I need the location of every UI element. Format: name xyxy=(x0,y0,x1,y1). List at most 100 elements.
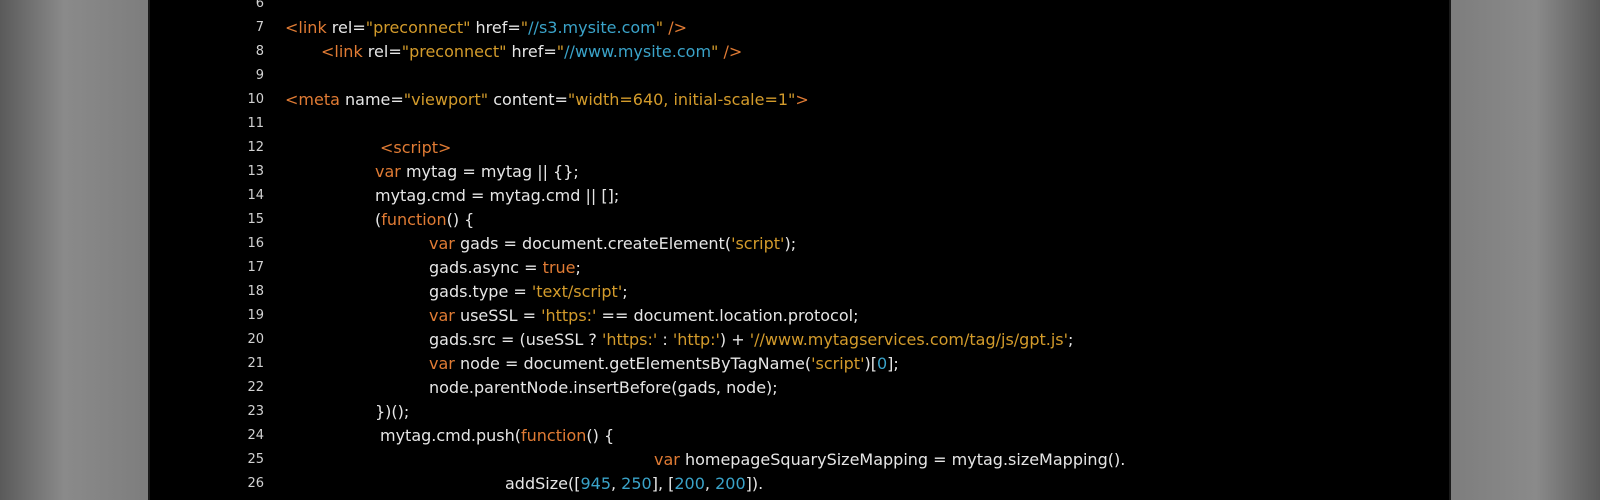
code-token: gads.src = (useSSL ? xyxy=(429,330,602,349)
code-token: ; xyxy=(1068,330,1074,349)
code-token: href= xyxy=(470,18,521,37)
line-number: 6 xyxy=(255,0,264,11)
code-line: 22 node.parentNode.insertBefore(gads, nod… xyxy=(148,376,1451,400)
code-token: var xyxy=(429,354,455,373)
code-token: <meta xyxy=(285,90,345,109)
code-token: var xyxy=(429,234,455,253)
code-token: ], [ xyxy=(651,474,675,493)
line-number: 26 xyxy=(247,476,264,491)
code-token: mytag = mytag || {}; xyxy=(400,162,579,181)
code-line: 13 var mytag = mytag || {}; xyxy=(148,160,1451,184)
code-token: ]; xyxy=(887,354,899,373)
code-text: var node = document.getElementsByTagName… xyxy=(429,352,899,376)
code-text: })(); xyxy=(375,400,409,424)
code-text: addSize([945, 250], [200, 200]). xyxy=(505,472,763,496)
code-token: : xyxy=(657,330,673,349)
code-token: 'https:' xyxy=(601,330,658,349)
code-token: )[ xyxy=(864,354,877,373)
code-text: <script> xyxy=(380,136,451,160)
code-token: true xyxy=(542,258,576,277)
code-line: 11 xyxy=(148,112,1451,136)
code-text: gads.src = (useSSL ? 'https:' : 'http:')… xyxy=(429,328,1073,352)
line-number: 7 xyxy=(255,20,264,35)
code-token: })(); xyxy=(375,402,410,421)
code-token: 250 xyxy=(621,474,652,493)
line-number: 19 xyxy=(247,308,264,323)
code-token: function xyxy=(521,426,587,445)
code-line: 25 var homepageSquarySizeMapping = mytag.… xyxy=(148,448,1451,472)
line-number: 21 xyxy=(247,356,264,371)
code-line: 26 addSize([945, 250], [200, 200]). xyxy=(148,472,1451,496)
code-token: mytag.cmd = mytag.cmd || []; xyxy=(375,186,620,205)
code-text: node.parentNode.insertBefore(gads, node)… xyxy=(429,376,778,400)
line-number: 8 xyxy=(255,44,264,59)
code-line: 15 (function() { xyxy=(148,208,1451,232)
line-number: 15 xyxy=(247,212,264,227)
code-line: 12 <script> xyxy=(148,136,1451,160)
code-text: var homepageSquarySizeMapping = mytag.si… xyxy=(654,448,1125,472)
code-token: useSSL = xyxy=(454,306,542,325)
code-token: gads = document.createElement( xyxy=(454,234,732,253)
code-line: 6 xyxy=(148,0,1451,16)
code-text: gads.type = 'text/script'; xyxy=(429,280,628,304)
code-token: ) + xyxy=(719,330,750,349)
code-token: "viewport" xyxy=(403,90,489,109)
code-text: mytag.cmd.push(function() { xyxy=(380,424,614,448)
code-token: 200 xyxy=(715,474,746,493)
line-number: 23 xyxy=(247,404,264,419)
code-token: , xyxy=(611,474,622,493)
code-token: ; xyxy=(575,258,581,277)
line-number: 20 xyxy=(247,332,264,347)
code-line: 17 gads.async = true; xyxy=(148,256,1451,280)
code-token: 945 xyxy=(580,474,611,493)
code-token: 'https:' xyxy=(541,306,597,325)
code-text: <link rel="preconnect" href="//www.mysit… xyxy=(321,40,742,64)
code-token: function xyxy=(381,210,447,229)
code-editor[interactable]: 6 7 <link rel="preconnect" href="//s3.mysi… xyxy=(148,0,1451,500)
code-token: <link xyxy=(321,42,368,61)
code-token: <link xyxy=(285,18,332,37)
line-number: 24 xyxy=(247,428,264,443)
code-token: , xyxy=(704,474,716,493)
code-token: ]). xyxy=(745,474,764,493)
code-text: var useSSL = 'https:' == document.locati… xyxy=(429,304,858,328)
line-number: 16 xyxy=(247,236,264,251)
code-text: gads.async = true; xyxy=(429,256,581,280)
code-token: rel= xyxy=(367,42,402,61)
code-token: 'text/script' xyxy=(531,282,623,301)
code-text: <meta name="viewport" content="width=640… xyxy=(285,88,809,112)
code-text: <link rel="preconnect" href= "//s3.mysite… xyxy=(285,16,687,40)
code-token: () { xyxy=(446,210,475,229)
code-token: "preconnect" xyxy=(401,42,507,61)
code-token: rel= xyxy=(331,18,366,37)
code-token: content= xyxy=(488,90,568,109)
code-token: mytag.cmd.push( xyxy=(380,426,522,445)
code-token: 0 xyxy=(876,354,888,373)
code-line: 24 mytag.cmd.push(function() { xyxy=(148,424,1451,448)
code-token: 'script' xyxy=(731,234,785,253)
code-text: var gads = document.createElement('scrip… xyxy=(429,232,796,256)
code-token: addSize([ xyxy=(505,474,581,493)
code-text: mytag.cmd = mytag.cmd || []; xyxy=(375,184,619,208)
line-number: 11 xyxy=(247,116,264,131)
line-number: 22 xyxy=(247,380,264,395)
code-token: var xyxy=(654,450,680,469)
code-token: name= xyxy=(345,90,404,109)
line-number: 18 xyxy=(247,284,264,299)
line-number: 14 xyxy=(247,188,264,203)
code-token: gads.type = xyxy=(429,282,532,301)
code-line: 19 var useSSL = 'https:' == document.loca… xyxy=(148,304,1451,328)
code-token: 200 xyxy=(674,474,705,493)
code-token: //www.mysite.com xyxy=(564,42,712,61)
code-token: == document.location.protocol; xyxy=(596,306,859,325)
code-token: var xyxy=(375,162,401,181)
code-token: node = document.getElementsByTagName( xyxy=(454,354,812,373)
code-text: var mytag = mytag || {}; xyxy=(375,160,579,184)
code-line: 10 <meta name="viewport" content="width=6… xyxy=(148,88,1451,112)
line-number: 17 xyxy=(247,260,264,275)
code-token: 'script' xyxy=(811,354,865,373)
code-line: 20 gads.src = (useSSL ? 'https:' : 'http:… xyxy=(148,328,1451,352)
code-token: var xyxy=(429,306,455,325)
code-line: 16 var gads = document.createElement('scr… xyxy=(148,232,1451,256)
code-line: 7 <link rel="preconnect" href= "//s3.mysit… xyxy=(148,16,1451,40)
